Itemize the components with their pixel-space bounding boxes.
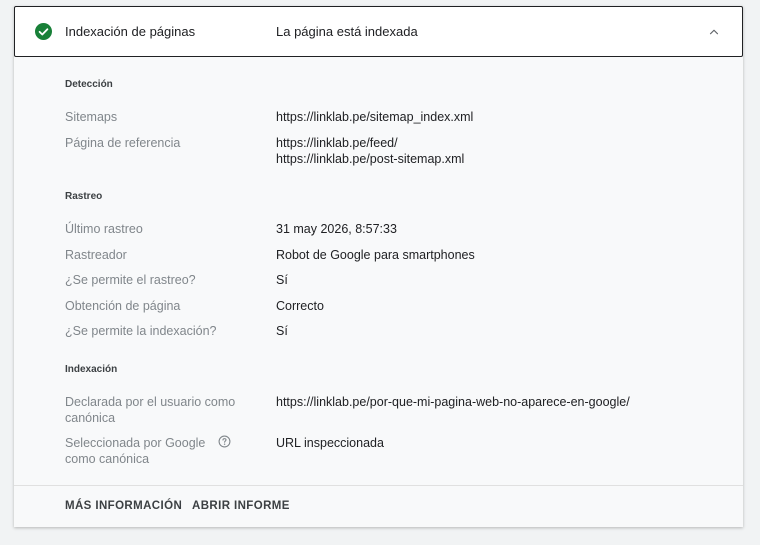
permite-rastreo-label: ¿Se permite el rastreo? xyxy=(65,273,196,287)
section-title-rastreo: Rastreo xyxy=(65,191,103,202)
chevron-up-icon[interactable] xyxy=(707,25,721,39)
declarada-label-line2: canónica xyxy=(65,411,116,425)
permite-indexacion-label: ¿Se permite la indexación? xyxy=(65,324,217,338)
permite-indexacion-value: Sí xyxy=(276,324,288,338)
permite-rastreo-value: Sí xyxy=(276,273,288,287)
referencia-label: Página de referencia xyxy=(65,136,181,150)
help-circle-icon[interactable] xyxy=(218,435,231,448)
index-coverage-card: Indexación de páginas La página está ind… xyxy=(14,6,743,527)
section-title-deteccion: Detección xyxy=(65,79,113,90)
check-circle-icon xyxy=(35,23,52,40)
ultimo-rastreo-label: Último rastreo xyxy=(65,222,143,236)
declarada-label-line1: Declarada por el usuario como xyxy=(65,395,236,409)
ultimo-rastreo-value: 31 may 2026, 8:57:33 xyxy=(276,222,397,236)
referencia-value-2: https://linklab.pe/post-sitemap.xml xyxy=(276,152,465,166)
footer-divider xyxy=(14,485,743,486)
seleccionada-label-line2: como canónica xyxy=(65,452,150,466)
card-title: Indexación de páginas xyxy=(65,24,196,39)
rastreador-label: Rastreador xyxy=(65,248,127,262)
more-info-button[interactable]: MÁS INFORMACIÓN xyxy=(65,500,182,512)
section-title-indexacion: Indexación xyxy=(65,364,118,375)
sitemaps-value: https://linklab.pe/sitemap_index.xml xyxy=(276,110,474,124)
declarada-value: https://linklab.pe/por-que-mi-pagina-web… xyxy=(276,395,630,409)
sitemaps-label: Sitemaps xyxy=(65,110,118,124)
obtencion-label: Obtención de página xyxy=(65,299,181,313)
obtencion-value: Correcto xyxy=(276,299,324,313)
index-status-text: La página está indexada xyxy=(276,24,418,39)
rastreador-value: Robot de Google para smartphones xyxy=(276,248,475,262)
card-header[interactable]: Indexación de páginas La página está ind… xyxy=(14,6,743,57)
referencia-value-1: https://linklab.pe/feed/ xyxy=(276,136,398,150)
seleccionada-value: URL inspeccionada xyxy=(276,436,384,450)
open-report-button[interactable]: ABRIR INFORME xyxy=(192,500,290,512)
